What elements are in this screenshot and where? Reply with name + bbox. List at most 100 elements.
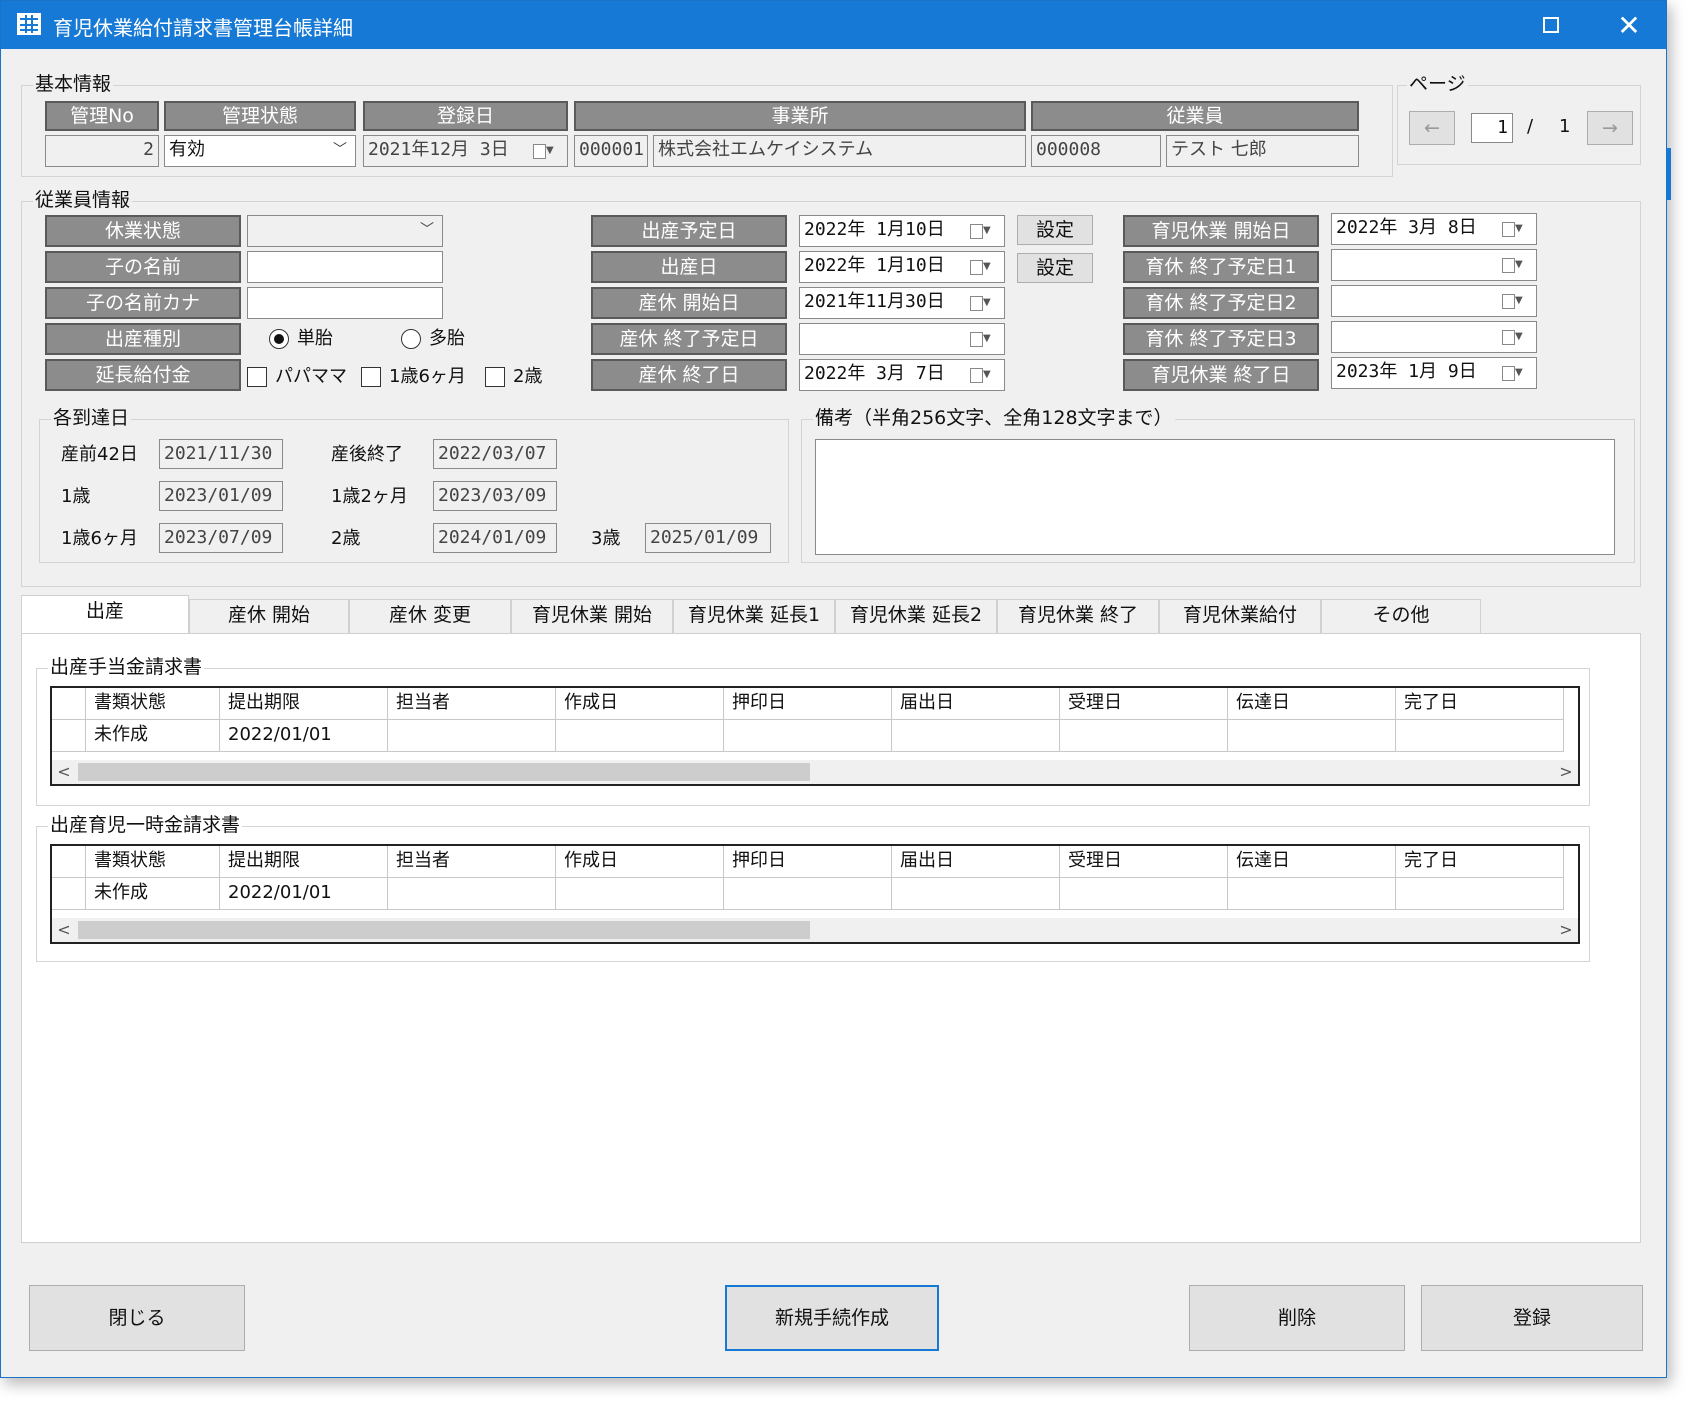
new-procedure-button[interactable]: 新規手続作成 xyxy=(725,1285,939,1351)
table-cell[interactable] xyxy=(1060,878,1228,910)
scroll-left-icon[interactable]: < xyxy=(52,760,76,784)
childcare-end-plan1-picker[interactable]: ▼ xyxy=(1331,249,1537,281)
table-cell[interactable]: 未作成 xyxy=(86,720,220,752)
column-header[interactable]: 担当者 xyxy=(388,846,556,878)
calendar-icon: ▼ xyxy=(533,142,563,160)
delete-button[interactable]: 削除 xyxy=(1189,1285,1405,1351)
tab-childcare-extension2[interactable]: 育児休業 延長2 xyxy=(835,599,997,633)
column-header[interactable]: 届出日 xyxy=(892,846,1060,878)
column-header[interactable]: 押印日 xyxy=(724,846,892,878)
next-page-button[interactable]: → xyxy=(1587,111,1633,145)
tab-childcare-end[interactable]: 育児休業 終了 xyxy=(997,599,1159,633)
calendar-icon[interactable]: ▼ xyxy=(970,222,1000,240)
column-header[interactable]: 伝達日 xyxy=(1228,846,1396,878)
close-button[interactable]: 閉じる xyxy=(29,1285,245,1351)
table-cell[interactable] xyxy=(388,878,556,910)
set-birth-date-button[interactable]: 設定 xyxy=(1017,253,1093,283)
table-cell[interactable]: 2022/01/01 xyxy=(220,720,388,752)
scroll-right-icon[interactable]: > xyxy=(1554,760,1578,784)
tab-childcare-benefit[interactable]: 育児休業給付 xyxy=(1159,599,1321,633)
column-header[interactable]: 受理日 xyxy=(1060,846,1228,878)
column-header[interactable]: 作成日 xyxy=(556,846,724,878)
childcare-start-picker[interactable]: 2022年 3月 8日 ▼ xyxy=(1331,213,1537,245)
table-cell[interactable] xyxy=(1228,878,1396,910)
tab-maternity-start[interactable]: 産休 開始 xyxy=(189,599,349,633)
scroll-left-icon[interactable]: < xyxy=(52,918,76,942)
remarks-textarea[interactable] xyxy=(815,439,1615,555)
close-window-button[interactable]: ✕ xyxy=(1591,1,1667,49)
scroll-thumb[interactable] xyxy=(78,921,810,939)
maximize-button[interactable] xyxy=(1513,1,1589,49)
table-cell[interactable] xyxy=(1228,720,1396,752)
table-cell[interactable] xyxy=(892,720,1060,752)
horizontal-scrollbar[interactable]: < > xyxy=(52,760,1578,784)
table-cell[interactable] xyxy=(556,720,724,752)
calendar-icon[interactable]: ▼ xyxy=(970,258,1000,276)
scroll-thumb[interactable] xyxy=(78,763,810,781)
calendar-icon[interactable]: ▼ xyxy=(970,330,1000,348)
scroll-right-icon[interactable]: > xyxy=(1554,918,1578,942)
column-header[interactable]: 押印日 xyxy=(724,688,892,720)
calendar-icon[interactable]: ▼ xyxy=(1502,364,1532,382)
table-cell[interactable] xyxy=(892,878,1060,910)
tab-birth[interactable]: 出産 xyxy=(21,595,189,633)
extension-papa-checkbox[interactable] xyxy=(247,367,267,387)
tab-maternity-change[interactable]: 産休 変更 xyxy=(349,599,511,633)
childcare-end-plan2-picker[interactable]: ▼ xyxy=(1331,285,1537,317)
table-cell[interactable] xyxy=(388,720,556,752)
childcare-end-picker[interactable]: 2023年 1月 9日 ▼ xyxy=(1331,357,1537,389)
maternity-end-picker[interactable]: 2022年 3月 7日 ▼ xyxy=(799,359,1005,391)
table-cell[interactable] xyxy=(1396,720,1564,752)
birth-type-multiple-radio[interactable] xyxy=(401,329,421,349)
prev-page-button[interactable]: ← xyxy=(1409,111,1455,145)
column-header[interactable]: 書類状態 xyxy=(86,688,220,720)
table-cell[interactable] xyxy=(724,720,892,752)
column-header[interactable]: 提出期限 xyxy=(220,846,388,878)
maternity-start-picker[interactable]: 2021年11月30日 ▼ xyxy=(799,287,1005,319)
remarks-legend: 備考（半角256文字、全角128文字まで） xyxy=(813,407,1175,429)
column-header[interactable]: 伝達日 xyxy=(1228,688,1396,720)
table-cell[interactable]: 未作成 xyxy=(86,878,220,910)
child-kana-input[interactable] xyxy=(247,287,443,319)
calendar-icon[interactable]: ▼ xyxy=(1502,220,1532,238)
birth-date-picker[interactable]: 2022年 1月10日 ▼ xyxy=(799,251,1005,283)
table-cell[interactable]: 2022/01/01 xyxy=(220,878,388,910)
extension-18m-checkbox[interactable] xyxy=(361,367,381,387)
extension-2y-checkbox[interactable] xyxy=(485,367,505,387)
column-header[interactable]: 完了日 xyxy=(1396,846,1564,878)
table-row[interactable]: 未作成 2022/01/01 xyxy=(52,878,1578,910)
calendar-icon[interactable]: ▼ xyxy=(970,294,1000,312)
page-legend: ページ xyxy=(1407,73,1468,95)
calendar-icon[interactable]: ▼ xyxy=(1502,328,1532,346)
calendar-icon[interactable]: ▼ xyxy=(1502,292,1532,310)
column-header[interactable]: 書類状態 xyxy=(86,846,220,878)
column-header[interactable]: 完了日 xyxy=(1396,688,1564,720)
childcare-end-plan3-picker[interactable]: ▼ xyxy=(1331,321,1537,353)
column-header[interactable]: 提出期限 xyxy=(220,688,388,720)
table-cell[interactable] xyxy=(1060,720,1228,752)
tab-childcare-extension1[interactable]: 育児休業 延長1 xyxy=(673,599,835,633)
tab-other[interactable]: その他 xyxy=(1321,599,1481,633)
calendar-icon[interactable]: ▼ xyxy=(1502,256,1532,274)
birth-type-single-radio[interactable] xyxy=(269,329,289,349)
tab-childcare-start[interactable]: 育児休業 開始 xyxy=(511,599,673,633)
column-header[interactable]: 受理日 xyxy=(1060,688,1228,720)
page-number-input[interactable]: 1 xyxy=(1471,113,1513,143)
table-cell[interactable] xyxy=(724,878,892,910)
table-cell[interactable] xyxy=(1396,878,1564,910)
set-due-date-button[interactable]: 設定 xyxy=(1017,215,1093,245)
table-row[interactable]: 未作成 2022/01/01 xyxy=(52,720,1578,752)
maternity-end-plan-picker[interactable]: ▼ xyxy=(799,323,1005,355)
column-header[interactable]: 担当者 xyxy=(388,688,556,720)
column-header[interactable]: 作成日 xyxy=(556,688,724,720)
due-date-picker[interactable]: 2022年 1月10日 ▼ xyxy=(799,215,1005,247)
leave-state-select[interactable]: ﹀ xyxy=(247,215,443,247)
table-cell[interactable] xyxy=(556,878,724,910)
management-state-select[interactable]: 有効 ﹀ xyxy=(164,135,356,167)
column-header[interactable]: 届出日 xyxy=(892,688,1060,720)
calendar-icon[interactable]: ▼ xyxy=(970,366,1000,384)
arrival-value-1y6m: 2023/07/09 xyxy=(159,523,283,553)
child-name-input[interactable] xyxy=(247,251,443,283)
register-button[interactable]: 登録 xyxy=(1421,1285,1643,1351)
horizontal-scrollbar[interactable]: < > xyxy=(52,918,1578,942)
